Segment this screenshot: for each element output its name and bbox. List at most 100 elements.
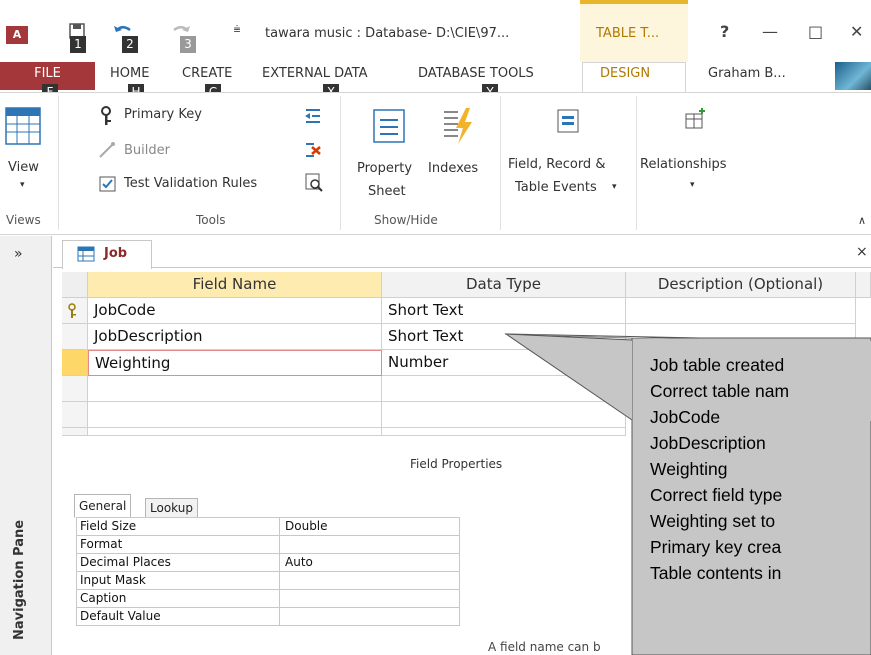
- property-value[interactable]: Double: [285, 519, 328, 533]
- relationships-button[interactable]: Relationships: [640, 157, 727, 172]
- data-type-cell[interactable]: Short Text: [382, 298, 626, 324]
- close-icon[interactable]: ✕: [850, 22, 863, 41]
- tab-database-tools[interactable]: DATABASE TOOLS: [418, 66, 534, 81]
- nav-expand-icon[interactable]: »: [14, 246, 23, 262]
- callout-line: JobCode: [650, 407, 721, 427]
- maximize-icon[interactable]: □: [808, 22, 823, 41]
- property-divider: [279, 572, 280, 590]
- row-selector[interactable]: [62, 402, 88, 428]
- description-cell[interactable]: [626, 324, 856, 350]
- tab-design[interactable]: DESIGN: [600, 66, 650, 81]
- keytip-redo: 3: [180, 36, 196, 53]
- field-name-cell[interactable]: [88, 402, 382, 428]
- data-type-cell[interactable]: [382, 428, 626, 436]
- callout-line: Weighting: [650, 459, 728, 479]
- property-key: Decimal Places: [80, 555, 171, 569]
- primary-key-icon[interactable]: [98, 106, 114, 130]
- access-app-icon[interactable]: A: [6, 26, 28, 44]
- avatar[interactable]: [835, 62, 871, 90]
- delete-rows-icon[interactable]: [304, 140, 322, 164]
- view-button[interactable]: View: [8, 160, 39, 175]
- property-key: Field Size: [80, 519, 137, 533]
- property-row[interactable]: Default Value: [76, 608, 460, 626]
- header-data-type[interactable]: Data Type: [382, 272, 626, 298]
- tab-create[interactable]: CREATE: [182, 66, 232, 81]
- callout-line: Table contents in: [650, 563, 782, 583]
- select-all-cell[interactable]: [62, 272, 88, 298]
- help-icon[interactable]: ?: [720, 22, 729, 41]
- window-title: tawara music : Database- D:\CIE\97...: [265, 26, 510, 41]
- indexes-button[interactable]: Indexes: [428, 161, 478, 176]
- data-type-cell[interactable]: [382, 402, 626, 428]
- property-sheet-button-line2[interactable]: Sheet: [368, 184, 406, 199]
- test-validation-icon[interactable]: [98, 174, 118, 198]
- collapse-ribbon-icon[interactable]: ∧: [858, 214, 866, 227]
- indexes-icon[interactable]: [440, 104, 476, 150]
- test-validation-button[interactable]: Test Validation Rules: [124, 176, 257, 191]
- group-show-hide: Show/Hide: [374, 213, 438, 227]
- property-row[interactable]: Caption: [76, 590, 460, 608]
- header-description[interactable]: Description (Optional): [626, 272, 856, 298]
- property-sheet-button[interactable]: Property: [357, 161, 412, 176]
- tab-home[interactable]: HOME: [110, 66, 149, 81]
- user-name[interactable]: Graham B...: [708, 66, 786, 81]
- close-document-icon[interactable]: ×: [856, 244, 868, 260]
- header-field-name[interactable]: Field Name: [88, 272, 382, 298]
- group-tools: Tools: [196, 213, 226, 227]
- minimize-icon[interactable]: —: [762, 22, 778, 41]
- description-cell[interactable]: [626, 298, 856, 324]
- row-selector[interactable]: [62, 324, 88, 350]
- field-record-events-icon[interactable]: [556, 108, 580, 138]
- keytip-save: 1: [70, 36, 86, 53]
- tab-lookup[interactable]: Lookup: [145, 498, 198, 518]
- field-name-cell[interactable]: [88, 376, 382, 402]
- data-type-cell[interactable]: Number: [382, 350, 626, 376]
- property-row[interactable]: Input Mask: [76, 572, 460, 590]
- callout-line: Job table created: [650, 355, 785, 375]
- view-dropdown-icon[interactable]: ▾: [20, 180, 25, 190]
- property-value[interactable]: Auto: [285, 555, 313, 569]
- property-key: Input Mask: [80, 573, 146, 587]
- builder-button[interactable]: Builder: [124, 143, 170, 158]
- field-name-cell[interactable]: JobCode: [88, 298, 382, 324]
- callout-line: JobDescription: [650, 433, 766, 453]
- customize-qa-icon[interactable]: ⩧: [226, 22, 248, 44]
- field-record-events-button[interactable]: Field, Record &: [508, 157, 605, 172]
- scrollbar-up[interactable]: [856, 272, 871, 298]
- tab-job-label: Job: [104, 246, 128, 261]
- field-properties-title: Field Properties: [410, 457, 503, 471]
- tab-general[interactable]: General: [74, 494, 132, 518]
- tab-external-data[interactable]: EXTERNAL DATA: [262, 66, 368, 81]
- field-help-text: A field name can b: [488, 640, 601, 654]
- property-row[interactable]: Format: [76, 536, 460, 554]
- property-divider: [279, 554, 280, 572]
- property-row[interactable]: Field Size Double: [76, 518, 460, 536]
- row-selector[interactable]: [62, 376, 88, 402]
- nav-pane-label[interactable]: Navigation Pane: [12, 520, 27, 640]
- relationships-icon[interactable]: [682, 106, 708, 136]
- relationships-dropdown-icon[interactable]: ▾: [690, 180, 695, 190]
- callout-line: Primary key crea: [650, 537, 782, 557]
- property-key: Default Value: [80, 609, 161, 623]
- property-sheet-icon[interactable]: [372, 108, 406, 148]
- view-icon[interactable]: [5, 106, 41, 150]
- data-type-cell[interactable]: [382, 376, 626, 402]
- field-name-cell-active[interactable]: Weighting: [88, 350, 382, 376]
- field-events-dropdown-icon[interactable]: ▾: [612, 182, 617, 192]
- property-key: Caption: [80, 591, 127, 605]
- primary-key-button[interactable]: Primary Key: [124, 107, 202, 122]
- row-selector-current[interactable]: [62, 350, 88, 376]
- field-name-cell[interactable]: JobDescription: [88, 324, 382, 350]
- title-bar: A 1 2 3 ⩧ tawara music : Database- D:\CI…: [0, 0, 871, 62]
- builder-icon[interactable]: [98, 141, 118, 163]
- data-type-cell[interactable]: Short Text: [382, 324, 626, 350]
- callout-line: Weighting set to: [650, 511, 776, 531]
- property-row[interactable]: Decimal Places Auto: [76, 554, 460, 572]
- field-record-events-button-line2[interactable]: Table Events: [515, 180, 597, 195]
- callout-line: Correct field type: [650, 485, 783, 505]
- modify-lookups-icon[interactable]: [304, 172, 324, 196]
- insert-rows-icon[interactable]: [304, 106, 322, 130]
- field-name-cell[interactable]: [88, 428, 382, 436]
- row-selector[interactable]: [62, 428, 88, 436]
- separator: [636, 96, 637, 230]
